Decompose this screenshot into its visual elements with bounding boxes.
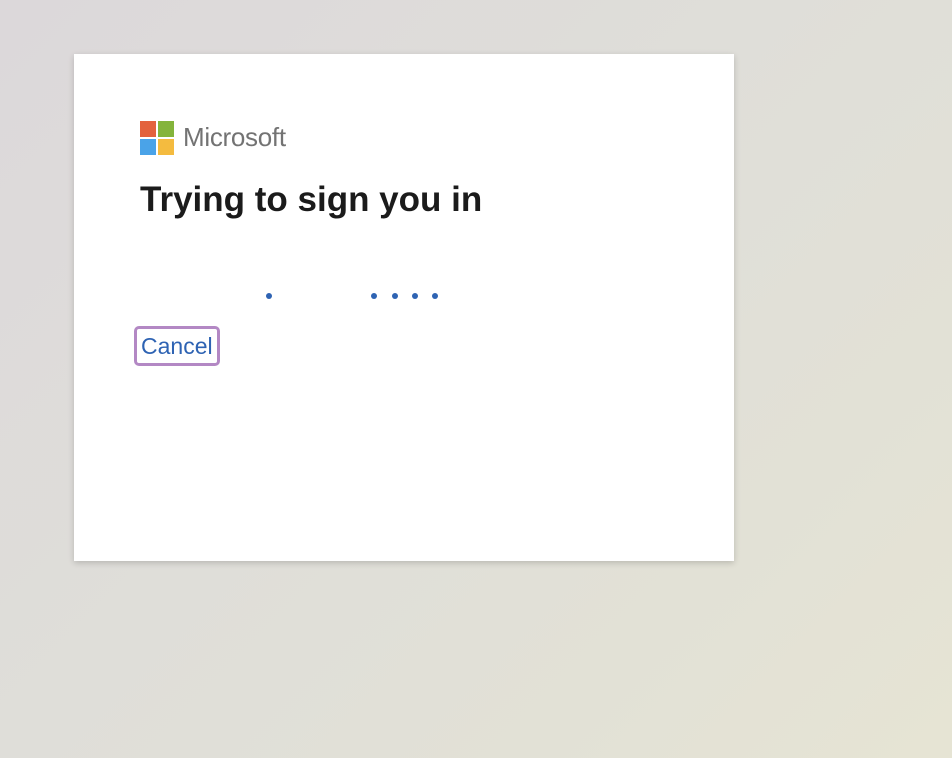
- logo-square-yellow: [158, 138, 174, 155]
- progress-dot: [266, 293, 272, 299]
- brand-name: Microsoft: [183, 122, 286, 152]
- microsoft-logo: Microsoft: [140, 120, 286, 155]
- page-title: Trying to sign you in: [140, 180, 483, 219]
- logo-square-green: [158, 120, 174, 137]
- progress-dot: [412, 293, 418, 299]
- progress-dot: [392, 293, 398, 299]
- logo-square-red: [140, 120, 156, 137]
- microsoft-logo-icon: [140, 120, 174, 155]
- cancel-link[interactable]: Cancel: [134, 326, 220, 366]
- progress-dot: [432, 293, 438, 299]
- sign-in-dialog: Microsoft Trying to sign you in Cancel: [74, 54, 734, 561]
- logo-square-blue: [140, 138, 156, 155]
- loading-dots-indicator: [140, 290, 460, 302]
- progress-dot: [371, 293, 377, 299]
